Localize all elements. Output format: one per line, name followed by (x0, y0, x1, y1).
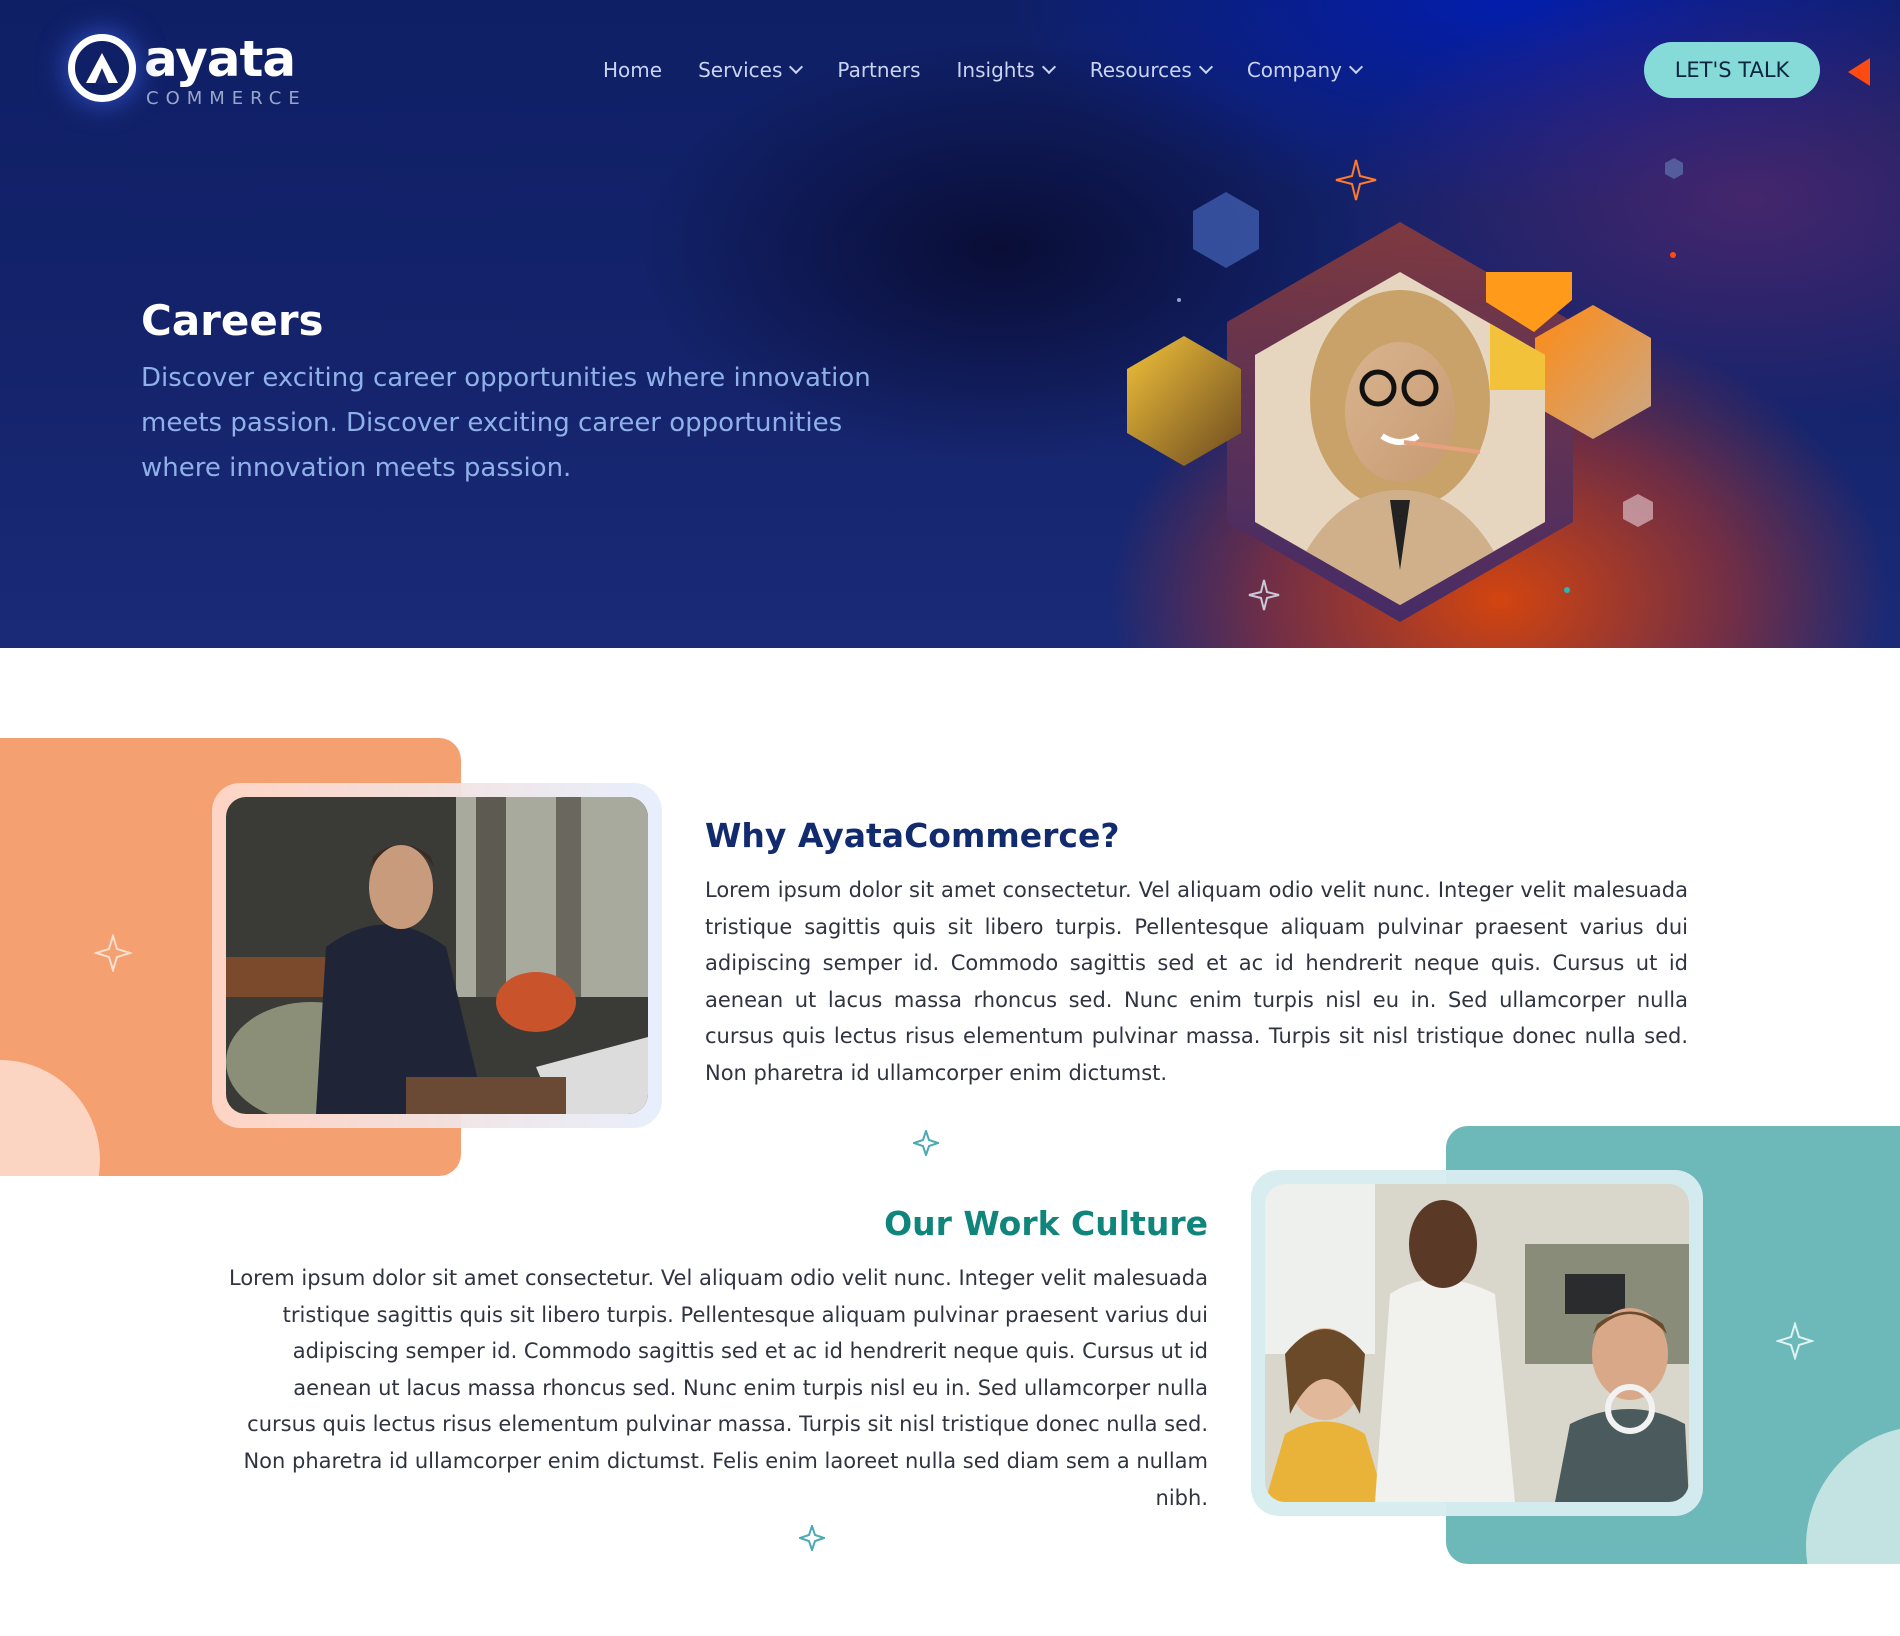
brand-name: ayata (144, 30, 296, 88)
decor-circle (1806, 1426, 1900, 1564)
nav-item-resources[interactable]: Resources (1089, 58, 1213, 82)
nav-item-partners[interactable]: Partners (837, 58, 920, 82)
hero-banner: ayata COMMERCE Home Services Partners In… (0, 0, 1900, 648)
nav-item-services[interactable]: Services (698, 58, 804, 82)
team-photo (1265, 1184, 1689, 1502)
sparkle-icon (94, 934, 132, 972)
why-paragraph: Lorem ipsum dolor sit amet consectetur. … (705, 878, 1688, 1085)
decor-hexagon (1623, 494, 1653, 527)
sparkle-icon (1776, 1322, 1814, 1360)
chevron-down-icon (1041, 59, 1056, 75)
nav-label: Services (698, 58, 783, 82)
decor-hexagon (1193, 192, 1259, 268)
brand-tagline: COMMERCE (146, 88, 307, 109)
hero-description: Discover exciting career opportunities w… (141, 363, 871, 483)
decor-dot (1177, 298, 1181, 302)
yellow-hexagon (1127, 336, 1241, 466)
decor-circle (0, 1060, 100, 1176)
arrow-left-icon[interactable] (1848, 58, 1870, 86)
culture-heading: Our Work Culture (884, 1204, 1208, 1243)
nav-label: Insights (956, 58, 1035, 82)
chevron-down-icon (789, 59, 804, 75)
nav-item-home[interactable]: Home (603, 58, 662, 82)
decor-hexagon (1665, 158, 1683, 179)
chevron-down-icon (1348, 59, 1364, 75)
ayata-logo-icon (68, 34, 136, 102)
sparkle-icon (799, 1525, 825, 1551)
chevron-down-icon (1198, 59, 1213, 75)
main-nav: Home Services Partners Insights Resource… (603, 58, 1364, 82)
nav-item-insights[interactable]: Insights (956, 58, 1056, 82)
nav-item-company[interactable]: Company (1246, 58, 1364, 82)
why-photo-frame (212, 783, 662, 1128)
culture-paragraph: Lorem ipsum dolor sit amet consectetur. … (229, 1266, 1208, 1510)
why-heading: Why AyataCommerce? (705, 816, 1120, 855)
sparkle-icon (1248, 579, 1280, 611)
sparkle-icon (913, 1130, 939, 1156)
page-title: Careers (141, 296, 324, 345)
nav-label: Company (1246, 58, 1342, 82)
hero-hexagon-illustration (1127, 158, 1683, 622)
businessman-photo (226, 797, 648, 1114)
decor-dot (1564, 587, 1570, 593)
nav-label: Resources (1089, 58, 1192, 82)
brand-logo[interactable]: ayata COMMERCE (68, 34, 307, 109)
nav-label: Home (603, 58, 663, 82)
culture-photo-frame (1251, 1170, 1703, 1516)
nav-label: Partners (837, 58, 921, 82)
lets-talk-button[interactable]: LET'S TALK (1644, 42, 1820, 98)
decor-dot (1670, 252, 1676, 258)
sparkle-icon (1335, 159, 1377, 201)
